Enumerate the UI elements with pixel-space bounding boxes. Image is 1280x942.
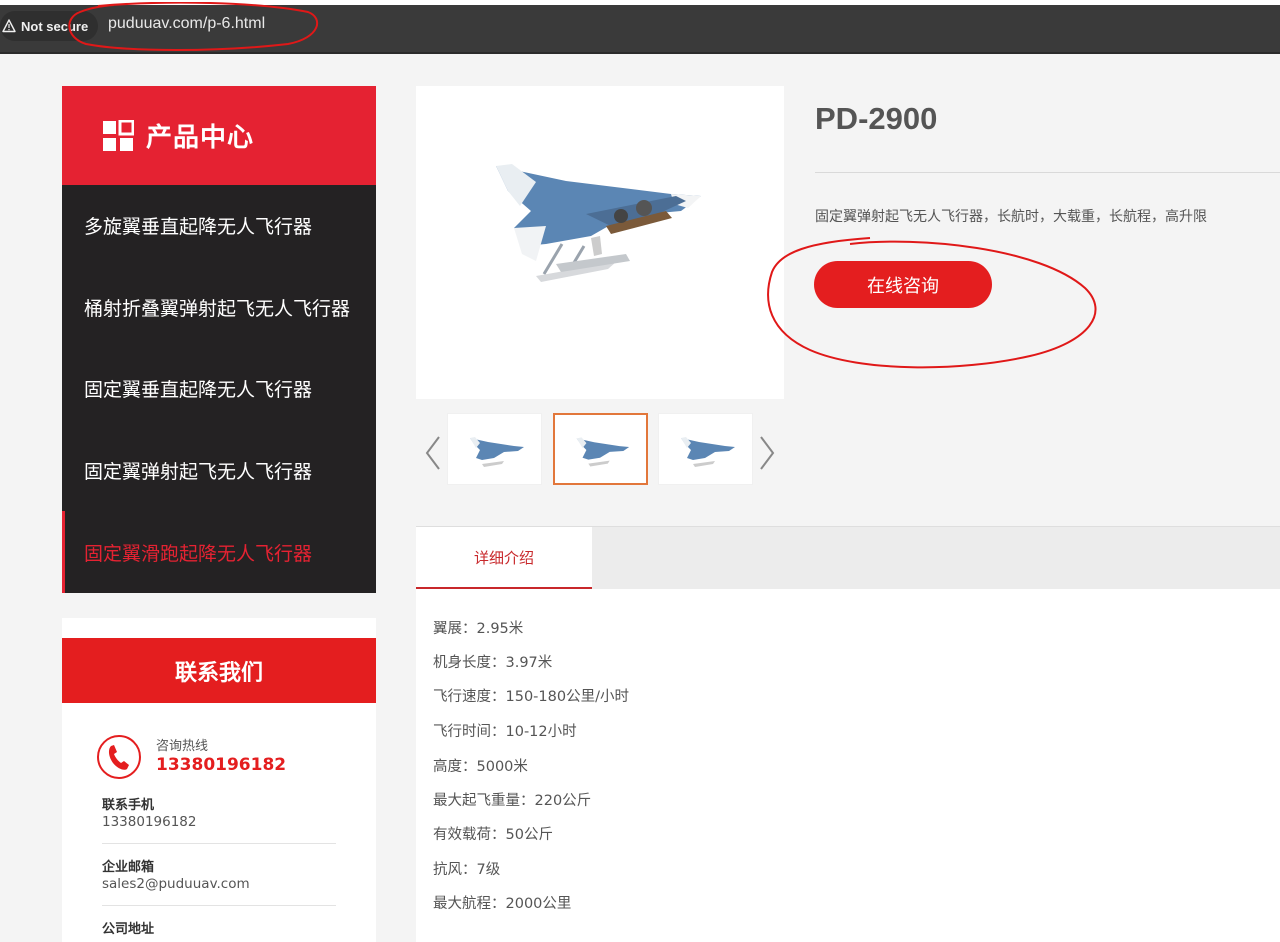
- mobile-value: 13380196182: [102, 814, 197, 830]
- product-thumbnail[interactable]: [447, 413, 542, 485]
- hotline-number[interactable]: 13380196182: [156, 755, 286, 775]
- category-item[interactable]: 桶射折叠翼弹射起飞无人飞行器: [62, 267, 376, 349]
- product-main-image[interactable]: [416, 86, 784, 399]
- url-annotation-ellipse: [68, 2, 319, 51]
- thumbnail-uav-image: [470, 437, 524, 467]
- email-label: 企业邮箱: [102, 860, 155, 875]
- category-panel: 产品中心 多旋翼垂直起降无人飞行器 桶射折叠翼弹射起飞无人飞行器 固定翼垂直起降…: [62, 86, 376, 593]
- spec-item: 最大航程：2000公里: [433, 896, 572, 912]
- category-item-active[interactable]: 固定翼滑跑起降无人飞行器: [62, 511, 376, 593]
- contact-panel: 联系我们 咨询热线 13380196182 联系手机 13380196182 企…: [62, 618, 376, 942]
- category-list: 多旋翼垂直起降无人飞行器 桶射折叠翼弹射起飞无人飞行器 固定翼垂直起降无人飞行器…: [62, 185, 376, 593]
- detail-tab-bar: 详细介绍: [416, 526, 1280, 589]
- title-divider: [815, 172, 1280, 173]
- detail-content: 翼展：2.95米 机身长度：3.97米 飞行速度：150-180公里/小时 飞行…: [416, 589, 1280, 942]
- spec-item: 飞行速度：150-180公里/小时: [433, 689, 629, 705]
- address-label: 公司地址: [102, 922, 155, 937]
- category-header: 产品中心: [62, 86, 376, 185]
- chevron-right-icon[interactable]: [758, 435, 776, 471]
- spec-item: 高度：5000米: [433, 759, 528, 775]
- product-thumbnail[interactable]: [658, 413, 753, 485]
- category-item[interactable]: 固定翼弹射起飞无人飞行器: [62, 430, 376, 512]
- contact-title: 联系我们: [62, 638, 376, 703]
- spec-item: 有效载荷：50公斤: [433, 827, 553, 843]
- thumbnail-uav-image: [576, 437, 630, 467]
- category-item[interactable]: 多旋翼垂直起降无人飞行器: [62, 185, 376, 267]
- thumbnail-uav-image: [681, 437, 735, 467]
- mobile-label: 联系手机: [102, 798, 155, 813]
- spec-item: 最大起飞重量：220公斤: [433, 793, 592, 809]
- button-annotation-ellipse: [767, 237, 1097, 369]
- browser-address-bar: Not secure puduuav.com/p-6.html: [0, 0, 1280, 54]
- spec-item: 翼展：2.95米: [433, 621, 524, 637]
- category-title: 产品中心: [146, 123, 255, 153]
- spec-item: 机身长度：3.97米: [433, 655, 553, 671]
- category-item[interactable]: 固定翼垂直起降无人飞行器: [62, 348, 376, 430]
- tab-detail[interactable]: 详细介绍: [416, 527, 592, 589]
- warning-triangle-icon: [2, 19, 16, 33]
- chevron-left-icon[interactable]: [424, 435, 442, 471]
- product-description: 固定翼弹射起飞无人飞行器，长航时，大载重，长航程，高升限: [815, 209, 1207, 225]
- divider: [102, 905, 336, 906]
- product-title: PD-2900: [815, 101, 938, 136]
- divider: [102, 843, 336, 844]
- spec-item: 抗风：7级: [433, 862, 501, 878]
- hotline-label: 咨询热线: [156, 739, 209, 754]
- phone-icon: [97, 735, 141, 779]
- email-value[interactable]: sales2@puduuav.com: [102, 876, 250, 892]
- uav-image: [496, 164, 701, 282]
- product-thumbnail-selected[interactable]: [553, 413, 648, 485]
- spec-item: 飞行时间：10-12小时: [433, 724, 577, 740]
- grid-icon: [103, 119, 134, 151]
